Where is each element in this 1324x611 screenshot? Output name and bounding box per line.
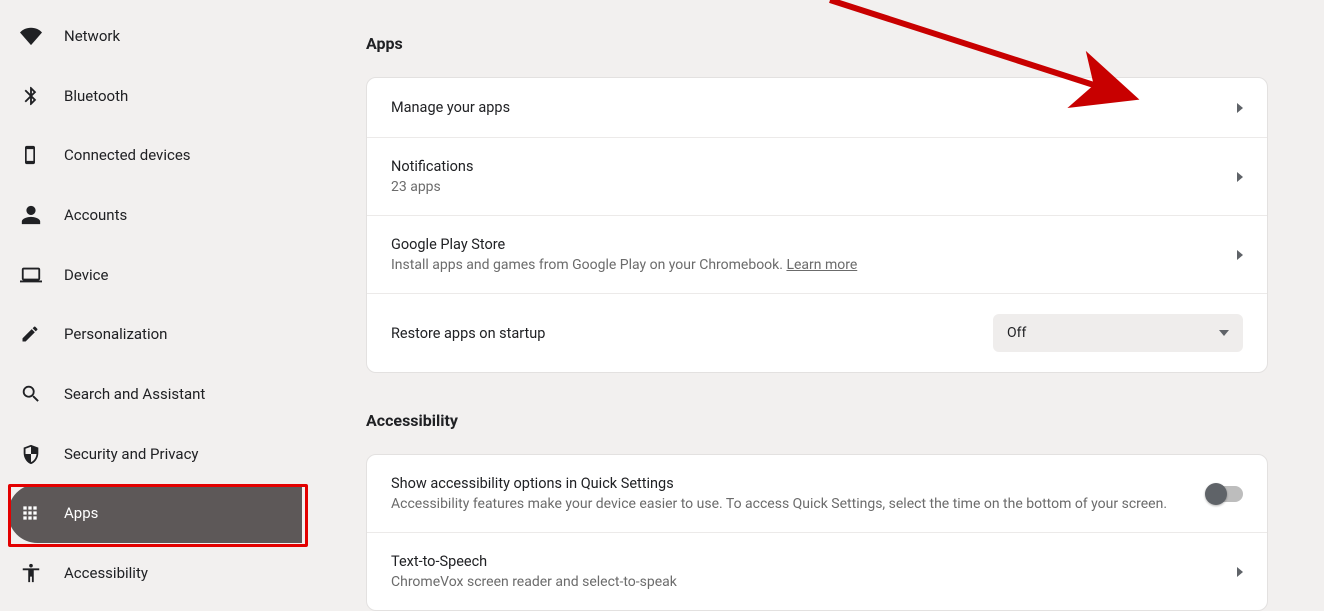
settings-main: Apps Manage your apps Notifications 23 a… [310, 0, 1324, 609]
section-title-apps: Apps [366, 34, 1268, 53]
shield-icon [20, 443, 64, 465]
section-title-accessibility: Accessibility [366, 411, 1268, 430]
row-title: Google Play Store [391, 236, 1237, 253]
row-text-to-speech[interactable]: Text-to-Speech ChromeVox screen reader a… [367, 533, 1267, 610]
toggle-knob [1205, 483, 1227, 505]
sidebar-item-label: Connected devices [64, 146, 191, 164]
sidebar-item-label: Apps [64, 504, 98, 522]
sidebar-item-personalization[interactable]: Personalization [8, 305, 302, 365]
settings-sidebar: Network Bluetooth Connected devices Acco… [0, 0, 310, 609]
sidebar-item-label: Accounts [64, 206, 127, 224]
chevron-down-icon [1219, 330, 1229, 336]
sidebar-item-apps[interactable]: Apps [8, 484, 302, 544]
sidebar-item-security-privacy[interactable]: Security and Privacy [8, 424, 302, 484]
row-subtitle: Install apps and games from Google Play … [391, 257, 1237, 273]
a11y-quick-settings-toggle[interactable] [1207, 486, 1243, 502]
phone-icon [20, 144, 64, 166]
accessibility-card: Show accessibility options in Quick Sett… [366, 454, 1268, 611]
row-subtitle-text: Install apps and games from Google Play … [391, 257, 786, 273]
chevron-right-icon [1237, 103, 1243, 113]
accessibility-icon [20, 562, 64, 584]
row-title: Text-to-Speech [391, 553, 1237, 570]
apps-card: Manage your apps Notifications 23 apps G… [366, 77, 1268, 373]
sidebar-item-label: Search and Assistant [64, 385, 205, 403]
sidebar-item-label: Bluetooth [64, 87, 128, 105]
row-subtitle: Accessibility features make your device … [391, 496, 1207, 512]
apps-grid-icon [20, 503, 64, 523]
pencil-icon [20, 324, 64, 344]
chevron-right-icon [1237, 250, 1243, 260]
sidebar-item-accounts[interactable]: Accounts [8, 185, 302, 245]
search-icon [20, 383, 64, 405]
row-notifications[interactable]: Notifications 23 apps [367, 138, 1267, 216]
sidebar-item-label: Device [64, 266, 108, 284]
sidebar-item-label: Personalization [64, 325, 167, 343]
bluetooth-icon [20, 85, 64, 107]
dropdown-value: Off [1007, 325, 1026, 341]
learn-more-link[interactable]: Learn more [786, 257, 857, 273]
sidebar-item-label: Security and Privacy [64, 445, 199, 463]
sidebar-item-label: Network [64, 27, 120, 45]
row-quick-settings-a11y: Show accessibility options in Quick Sett… [367, 455, 1267, 533]
person-icon [20, 204, 64, 226]
row-title: Manage your apps [391, 99, 1237, 116]
sidebar-item-accessibility[interactable]: Accessibility [8, 543, 302, 603]
row-title: Show accessibility options in Quick Sett… [391, 475, 1207, 492]
wifi-icon [20, 25, 64, 47]
row-manage-your-apps[interactable]: Manage your apps [367, 78, 1267, 138]
sidebar-item-connected-devices[interactable]: Connected devices [8, 125, 302, 185]
row-subtitle: ChromeVox screen reader and select-to-sp… [391, 574, 1237, 590]
sidebar-item-label: Accessibility [64, 564, 148, 582]
row-title: Restore apps on startup [391, 325, 993, 342]
sidebar-item-device[interactable]: Device [8, 245, 302, 305]
row-title: Notifications [391, 158, 1237, 175]
sidebar-item-search-assistant[interactable]: Search and Assistant [8, 364, 302, 424]
laptop-icon [20, 264, 64, 286]
chevron-right-icon [1237, 172, 1243, 182]
sidebar-item-network[interactable]: Network [8, 6, 302, 66]
row-subtitle: 23 apps [391, 179, 1237, 195]
chevron-right-icon [1237, 567, 1243, 577]
row-google-play-store[interactable]: Google Play Store Install apps and games… [367, 216, 1267, 294]
sidebar-item-bluetooth[interactable]: Bluetooth [8, 66, 302, 126]
row-restore-apps-on-startup: Restore apps on startup Off [367, 294, 1267, 372]
restore-apps-dropdown[interactable]: Off [993, 314, 1243, 352]
